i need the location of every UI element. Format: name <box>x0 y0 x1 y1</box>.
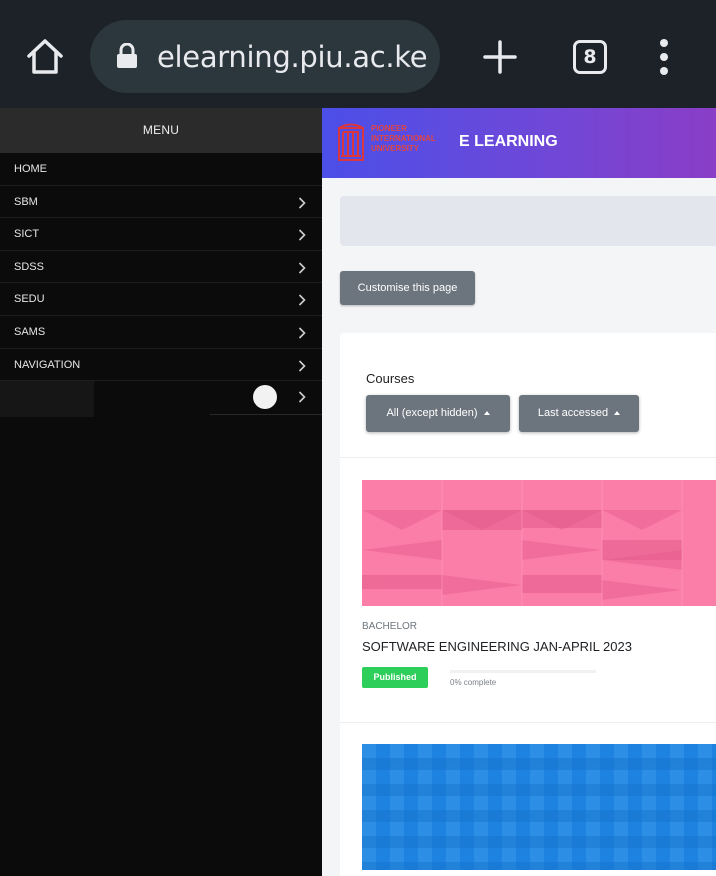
menu-item-sdss[interactable]: SDSS <box>0 251 322 284</box>
chevron-right-icon <box>298 229 306 241</box>
customise-page-button[interactable]: Customise this page <box>340 271 475 305</box>
menu-item-label: SDSS <box>14 260 44 273</box>
menu-item-home[interactable]: HOME <box>0 153 322 186</box>
url-text[interactable]: elearning.piu.ac.ke/r <box>157 40 427 74</box>
chevron-right-icon <box>298 294 306 306</box>
course-title-link[interactable]: SOFTWARE ENGINEERING JAN-APRIL 2023 <box>362 639 632 654</box>
course-overview-block: Courses All (except hidden) Last accesse… <box>340 333 716 876</box>
divider <box>340 722 716 723</box>
menu-header: MENU <box>0 108 322 153</box>
course-filter-dropdown[interactable]: All (except hidden) <box>366 395 510 432</box>
menu-item-sams[interactable]: SAMS <box>0 316 322 349</box>
progress-label: 0% complete <box>450 678 497 687</box>
menu-item-label: NAVIGATION <box>14 358 81 371</box>
block-title: Courses <box>366 371 415 386</box>
menu-item-label: SBM <box>14 195 38 208</box>
user-menu-item[interactable] <box>0 381 322 418</box>
menu-item-label: HOME <box>14 163 47 175</box>
status-badge: Published <box>362 667 428 688</box>
menu-item-label: SAMS <box>14 325 46 338</box>
lock-icon <box>116 42 138 69</box>
course-category: BACHELOR <box>362 621 418 632</box>
avatar[interactable] <box>253 385 277 410</box>
university-wordmark: PIONEER INTERNATIONAL UNIVERSITY <box>371 124 436 153</box>
course-image[interactable] <box>362 744 716 870</box>
main-content: PIONEER INTERNATIONAL UNIVERSITY E LEARN… <box>322 108 716 876</box>
chevron-right-icon <box>298 391 306 403</box>
address-bar[interactable]: elearning.piu.ac.ke/r <box>90 20 440 93</box>
caret-up-icon <box>483 411 490 416</box>
chevron-right-icon <box>298 197 306 209</box>
progress-bar <box>450 670 596 673</box>
divider <box>340 457 716 458</box>
new-tab-icon[interactable] <box>482 39 518 75</box>
user-name-redacted <box>0 381 94 418</box>
tab-switcher-button[interactable]: 8 <box>573 40 607 74</box>
chevron-right-icon <box>298 262 306 274</box>
home-icon[interactable] <box>24 36 66 78</box>
chevron-right-icon <box>298 359 306 372</box>
page-header-banner <box>340 196 716 246</box>
menu-item-sedu[interactable]: SEDU <box>0 283 322 316</box>
more-menu-icon[interactable] <box>654 38 674 78</box>
sort-dropdown[interactable]: Last accessed <box>519 395 639 432</box>
chevron-right-icon <box>298 327 306 339</box>
browser-toolbar: elearning.piu.ac.ke/r 8 <box>0 0 716 108</box>
menu-item-label: SICT <box>14 228 40 241</box>
menu-item-sbm[interactable]: SBM <box>0 186 322 219</box>
menu-item-navigation[interactable]: NAVIGATION <box>0 349 322 382</box>
site-header: PIONEER INTERNATIONAL UNIVERSITY E LEARN… <box>322 108 716 178</box>
side-menu: MENU HOME SBM SICT SDSS SEDU SAMS NAVIGATION <box>0 108 322 876</box>
course-image[interactable] <box>362 480 716 606</box>
university-logo[interactable] <box>336 122 366 162</box>
site-title[interactable]: E LEARNING <box>459 133 558 151</box>
menu-item-sict[interactable]: SICT <box>0 218 322 251</box>
divider <box>210 414 322 416</box>
menu-item-label: SEDU <box>14 293 45 306</box>
caret-up-icon <box>614 411 621 416</box>
